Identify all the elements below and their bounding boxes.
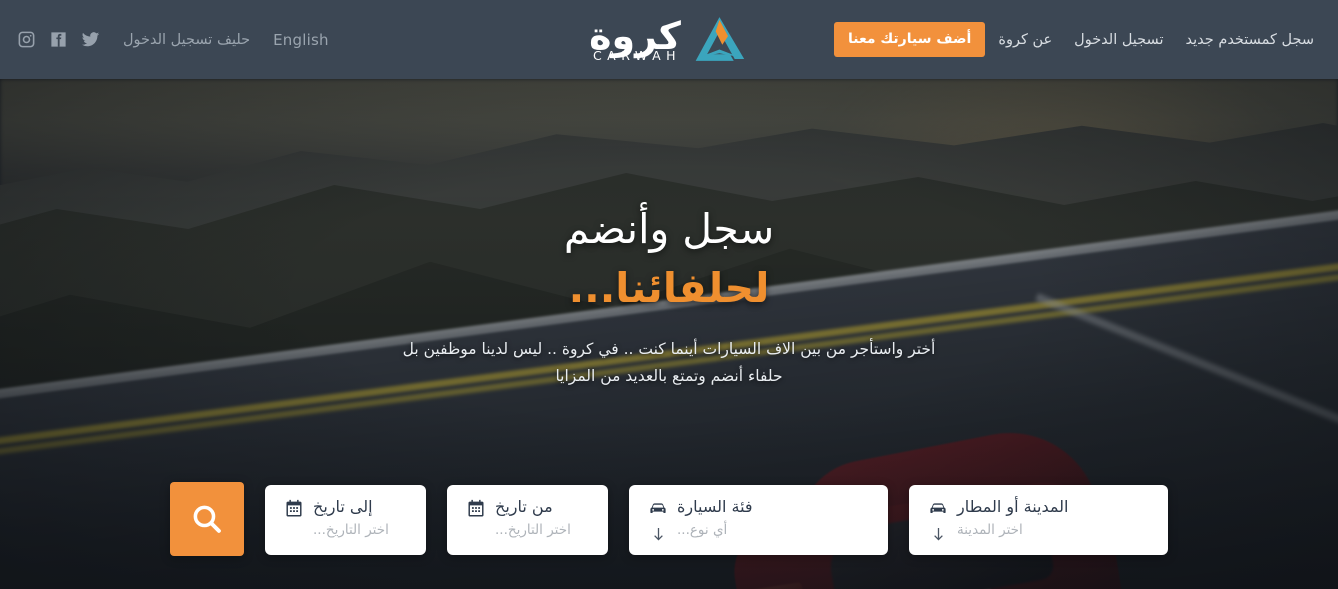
hero-headline-line2: لحلفائنا... [568, 263, 770, 312]
date-from-field-placeholder: اختر التاريخ... [495, 522, 571, 538]
logo-latin-text: CARWAH [592, 47, 682, 63]
date-from-field-icons [463, 497, 489, 520]
search-field-car-class[interactable]: فئة السيارة أي نوع... [629, 485, 888, 555]
nav-item-register[interactable]: سجل كمستخدم جديد [1186, 32, 1314, 48]
logo-triangle-icon [695, 17, 745, 61]
city-field-placeholder: اختر المدينة [957, 522, 1023, 538]
site-header: حليف تسجيل الدخول English كروة CARWAH سج… [0, 0, 1338, 79]
nav-item-about[interactable]: عن كروة [998, 32, 1052, 48]
social-links [17, 30, 100, 49]
search-form: المدينة أو المطار اختر المدينة فئة السيا… [0, 482, 1338, 556]
hero-subtitle-line1: أختر واستأجر من بين الاف السيارات أينما … [402, 339, 936, 358]
search-icon [193, 505, 221, 533]
calendar-icon [286, 499, 302, 517]
hero-headline-line1: سجل وأنضم [563, 205, 775, 253]
car-class-field-label: فئة السيارة [677, 497, 753, 516]
hero-headline: سجل وأنضم لحلفائنا... [563, 205, 775, 312]
car-icon [650, 503, 666, 514]
car-class-field-texts: فئة السيارة أي نوع... [677, 497, 872, 540]
partner-login-link[interactable]: حليف تسجيل الدخول [123, 32, 250, 48]
hero-subtitle-line2: حلفاء أنضم وتمتع بالعديد من المزايا [555, 366, 783, 385]
car-icon [930, 503, 946, 514]
instagram-icon[interactable] [17, 30, 36, 49]
car-class-field-placeholder: أي نوع... [677, 522, 728, 538]
city-field-texts: المدينة أو المطار اختر المدينة [957, 497, 1152, 540]
date-from-field-label: من تاريخ [495, 497, 553, 516]
facebook-icon[interactable] [49, 30, 68, 49]
search-field-date-from[interactable]: من تاريخ اختر التاريخ... [447, 485, 608, 555]
add-your-car-button[interactable]: أضف سيارتك معنا [833, 22, 986, 57]
car-class-field-icons [645, 497, 671, 542]
chevron-down-icon [933, 528, 943, 541]
site-logo[interactable]: كروة CARWAH [589, 6, 749, 72]
twitter-icon[interactable] [81, 30, 100, 49]
date-to-field-texts: إلى تاريخ اختر التاريخ... [313, 497, 410, 540]
date-to-field-label: إلى تاريخ [313, 497, 373, 516]
header-left-group: حليف تسجيل الدخول English [8, 0, 338, 79]
hero-section: سجل وأنضم لحلفائنا... أختر واستأجر من بي… [0, 79, 1338, 589]
logo-text: كروة CARWAH [589, 16, 682, 63]
city-field-label: المدينة أو المطار [957, 497, 1069, 516]
date-from-field-texts: من تاريخ اختر التاريخ... [495, 497, 592, 540]
city-field-icons [925, 497, 951, 542]
nav-item-login[interactable]: تسجيل الدخول [1074, 32, 1163, 48]
page-root: حليف تسجيل الدخول English كروة CARWAH سج… [0, 0, 1338, 589]
hero-subtitle: أختر واستأجر من بين الاف السيارات أينما … [389, 336, 949, 390]
search-field-city[interactable]: المدينة أو المطار اختر المدينة [909, 485, 1168, 555]
search-submit-button[interactable] [170, 482, 244, 556]
calendar-icon [468, 499, 484, 517]
chevron-down-icon [653, 528, 663, 541]
language-switch-link[interactable]: English [273, 31, 329, 49]
date-to-field-icons [281, 497, 307, 520]
primary-nav: سجل كمستخدم جديد تسجيل الدخول عن كروة أض… [826, 0, 1325, 79]
search-field-date-to[interactable]: إلى تاريخ اختر التاريخ... [265, 485, 426, 555]
date-to-field-placeholder: اختر التاريخ... [313, 522, 389, 538]
